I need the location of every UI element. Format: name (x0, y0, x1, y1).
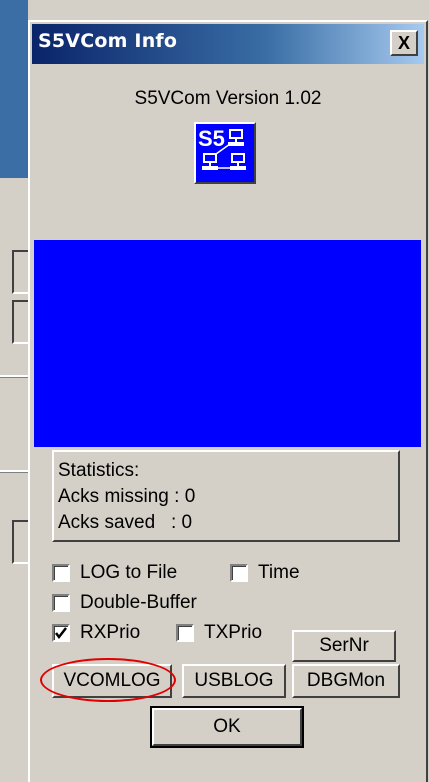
version-label: S5VCom Version 1.02 (134, 88, 322, 109)
tx-prio-box[interactable] (176, 624, 194, 642)
background-control (12, 520, 28, 564)
double-buffer-label: Double-Buffer (80, 592, 197, 613)
window-title: S5VCom Info (38, 30, 178, 52)
rx-prio-box[interactable] (52, 624, 70, 642)
sernr-button[interactable]: SerNr (292, 630, 396, 662)
vcomlog-button[interactable]: VCOMLOG (52, 664, 172, 698)
tx-prio-label: TXPrio (204, 622, 263, 643)
network-icon: S5 (194, 122, 256, 184)
dbgmon-button[interactable]: DBGMon (292, 664, 400, 698)
background-control (12, 300, 28, 344)
statistics-panel: Statistics: Acks missing : 0 Acks saved … (52, 450, 400, 542)
log-to-file-box[interactable] (52, 564, 70, 582)
background-divider (0, 470, 28, 473)
usblog-button[interactable]: USBLOG (182, 664, 286, 698)
time-label: Time (258, 562, 300, 583)
acks-saved-label: Acks saved : 0 (58, 512, 193, 533)
double-buffer-checkbox[interactable]: Double-Buffer (52, 592, 197, 614)
double-buffer-box[interactable] (52, 594, 70, 612)
background-window (0, 0, 28, 782)
rx-prio-checkbox[interactable]: RXPrio (52, 622, 140, 644)
log-to-file-checkbox[interactable]: LOG to File (52, 562, 177, 584)
info-dialog: S5VCom Info X S5VCom Version 1.02 S5 Sta… (28, 20, 428, 782)
dbgmon-button-label: DBGMon (306, 670, 386, 691)
sernr-button-label: SerNr (319, 635, 369, 656)
vcomlog-button-label: VCOMLOG (63, 670, 161, 691)
time-box[interactable] (230, 564, 248, 582)
background-divider (0, 375, 28, 378)
title-bar[interactable]: S5VCom Info X (32, 24, 424, 64)
checkmark-icon (55, 627, 67, 640)
log-to-file-label: LOG to File (80, 562, 178, 583)
acks-missing-label: Acks missing : 0 (58, 486, 196, 507)
usblog-button-label: USBLOG (194, 670, 274, 691)
ok-button-label: OK (213, 716, 241, 737)
background-control (12, 250, 28, 294)
rx-prio-label: RXPrio (80, 622, 141, 643)
close-button[interactable]: X (390, 30, 418, 56)
tx-prio-checkbox[interactable]: TXPrio (176, 622, 262, 644)
time-checkbox[interactable]: Time (230, 562, 300, 584)
ok-button[interactable]: OK (150, 706, 304, 748)
statistics-heading: Statistics: (58, 460, 140, 481)
display-area (34, 240, 421, 447)
close-icon: X (397, 33, 410, 53)
logo-text: S5 (198, 126, 225, 151)
